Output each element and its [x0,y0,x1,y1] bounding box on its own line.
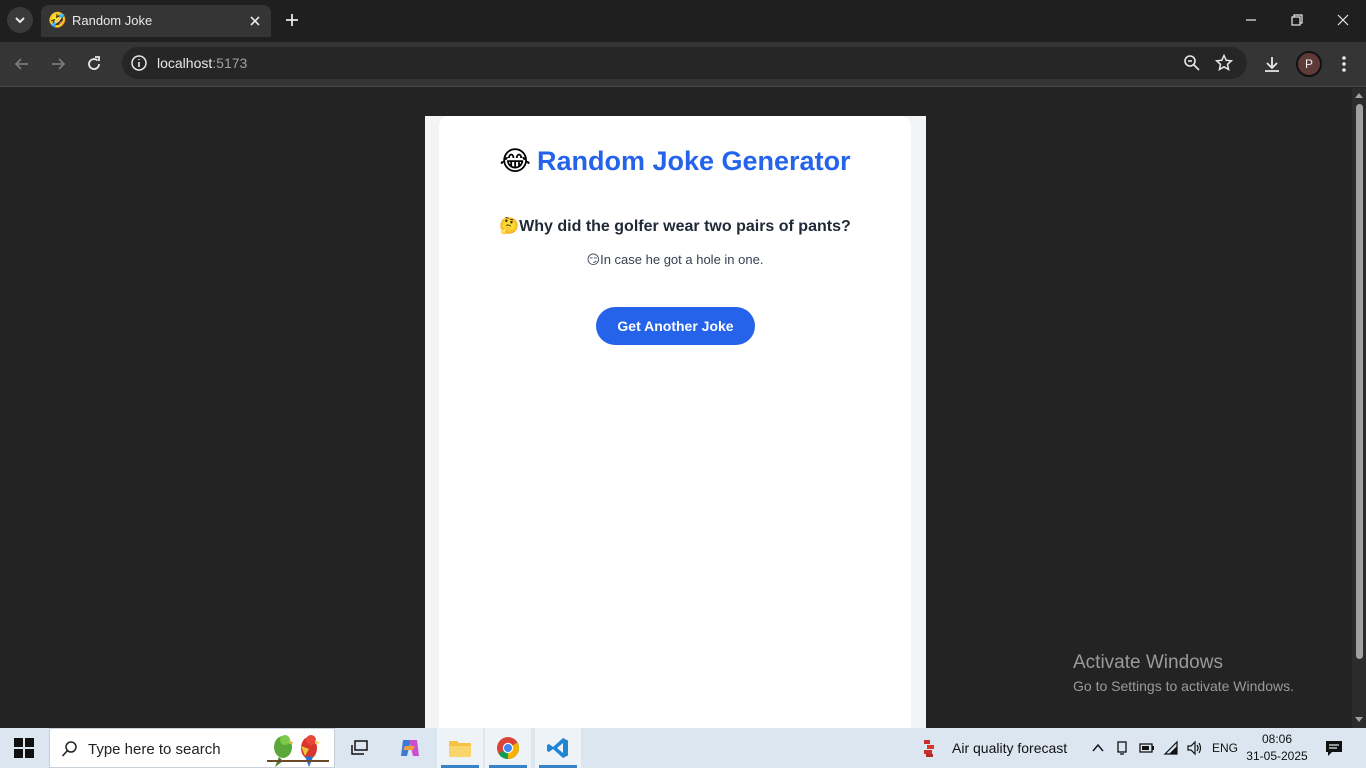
windows-taskbar: Type here to search Air quality forecast… [0,728,1366,768]
reload-icon[interactable] [84,54,104,74]
activate-windows-watermark: Activate Windows Go to Settings to activ… [1073,652,1294,694]
new-tab-plus-icon[interactable] [283,11,301,29]
volume-icon[interactable] [1186,740,1202,756]
close-icon[interactable] [248,14,262,28]
browser-toolbar: localhost:5173 P [0,42,1366,87]
page-scrollbar[interactable] [1352,88,1366,728]
system-clock[interactable]: 08:06 31-05-2025 [1244,731,1310,765]
task-view-icon [351,740,368,755]
app-container: 😂 Random Joke Generator 🤔Why did the golf… [425,116,926,728]
joke-setup: 🤔Why did the golfer wear two pairs of pa… [439,216,911,236]
notifications-icon[interactable] [1325,739,1343,757]
wifi-icon[interactable] [1163,740,1179,756]
taskbar-search-box[interactable]: Type here to search [49,728,335,768]
taskbar-file-explorer[interactable] [437,728,483,768]
copilot-icon [401,740,419,756]
search-placeholder: Type here to search [88,741,221,758]
folder-icon [449,741,471,757]
taskbar-chrome[interactable] [485,728,531,768]
close-window-button[interactable] [1320,0,1366,40]
active-tab[interactable]: 🤣 Random Joke [41,5,271,37]
clock-date: 31-05-2025 [1246,749,1308,763]
get-another-joke-button[interactable]: Get Another Joke [596,307,755,345]
chevron-up-icon[interactable] [1090,740,1106,756]
url-host: localhost [157,55,213,71]
search-icon [61,741,77,757]
battery-icon[interactable] [1139,740,1155,756]
restore-button[interactable] [1274,0,1320,40]
watermark-line-1: Activate Windows [1073,652,1223,673]
back-arrow-icon[interactable] [12,54,32,74]
laughing-emoji-icon: 😂 [499,146,531,176]
tab-title: Random Joke [72,13,153,28]
air-quality-icon[interactable] [922,738,942,758]
chevron-down-icon [15,17,25,24]
more-menu-icon[interactable] [1334,54,1354,74]
taskbar-vscode[interactable] [535,728,581,768]
vscode-icon [547,738,568,758]
smirk-emoji-icon: 😏 [586,252,601,267]
language-indicator[interactable]: ENG [1212,741,1238,755]
page-title: 😂 Random Joke Generator [439,146,911,177]
address-bar[interactable]: localhost:5173 [122,47,1247,79]
restore-icon [1291,14,1303,26]
minimize-button[interactable] [1228,0,1274,40]
zoom-icon[interactable] [1183,54,1201,72]
url-text: localhost:5173 [157,55,247,71]
joke-punchline: 😏In case he got a hole in one. [439,252,911,268]
scroll-down-arrow-icon[interactable] [1355,715,1363,723]
watermark-line-2: Go to Settings to activate Windows. [1073,678,1294,694]
joke-punchline-text: In case he got a hole in one. [600,252,764,267]
tab-favicon-icon: 🤣 [48,12,67,29]
meet-now-icon[interactable] [1115,740,1131,756]
bookmark-star-icon[interactable] [1215,54,1233,72]
tab-strip: 🤣 Random Joke [0,0,1366,42]
scroll-up-arrow-icon[interactable] [1355,92,1363,100]
page-viewport: 😂 Random Joke Generator 🤔Why did the golf… [0,88,1352,728]
tab-search-button[interactable] [7,7,33,33]
joke-setup-text: Why did the golfer wear two pairs of pan… [519,218,851,235]
url-port: :5173 [212,55,248,71]
taskbar-copilot[interactable] [387,728,433,768]
clock-time: 08:06 [1261,732,1293,746]
thinking-emoji-icon: 🤔 [499,218,520,235]
joke-card: 😂 Random Joke Generator 🤔Why did the golf… [439,116,911,728]
parrots-illustration-icon [267,735,329,767]
minimize-icon [1246,19,1256,21]
taskbar-task-view[interactable] [337,728,383,768]
weather-label[interactable]: Air quality forecast [952,740,1067,756]
forward-arrow-icon[interactable] [48,54,68,74]
windows-start-icon[interactable] [14,738,34,758]
download-icon[interactable] [1262,54,1282,74]
scrollbar-thumb[interactable] [1356,104,1363,659]
close-icon [1337,14,1349,26]
page-title-text: Random Joke Generator [536,146,851,176]
site-info-icon[interactable] [130,54,148,72]
profile-avatar[interactable]: P [1296,51,1322,77]
chrome-icon [497,737,519,759]
